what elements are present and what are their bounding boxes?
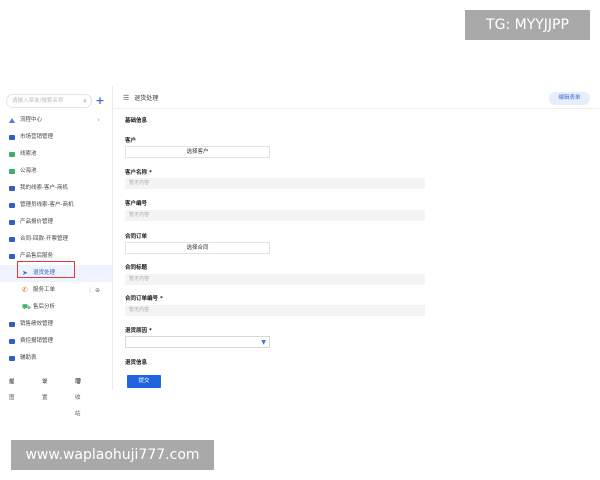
sidebar-item-label: 市场营销管理	[20, 134, 54, 140]
customer-no-label: 客户编号	[125, 201, 148, 207]
sidebar-footer: ▥ 视图 ⚙ 设置 🗑 回收站	[0, 374, 112, 417]
folder-icon	[9, 186, 15, 191]
edit-form-button[interactable]: 编辑表单	[549, 92, 590, 105]
sidebar-item-label: 线索池	[20, 151, 37, 157]
shield-icon	[9, 152, 15, 157]
search-icon[interactable]: ⌕	[83, 95, 87, 107]
chevron-down-icon: ▼	[261, 339, 266, 346]
breadcrumb: ☰ 退货处理	[123, 92, 158, 105]
select-contract-button[interactable]: 选择合同	[125, 242, 270, 254]
sidebar-item-label: 销售绩效管理	[20, 321, 54, 327]
search-placeholder: 请输入菜单/搜索名称	[12, 98, 64, 104]
customer-name-field: 暂无内容	[125, 178, 425, 189]
customer-name-label: 客户名称 *	[125, 170, 152, 176]
sidebar-item-quotes[interactable]: 产品报价管理	[0, 214, 112, 231]
folder-icon	[9, 322, 15, 327]
app-window: 请输入菜单/搜索名称 ⌕ + 流程中心 › 市场营销管理 线索池 公海池 我的线…	[0, 86, 600, 417]
sidebar-item-label: 公海池	[20, 168, 37, 174]
sidebar-item-label: 服务工单	[33, 287, 56, 293]
sidebar-item-process-center[interactable]: 流程中心 ›	[0, 112, 112, 129]
contract-title-label: 合同标题	[125, 265, 148, 271]
sidebar-item-label: 辅助表	[20, 355, 37, 361]
watermark-top: TG: MYYJJPP	[465, 10, 590, 40]
sidebar-item-label: 产品报价管理	[20, 219, 54, 225]
customer-label: 客户	[125, 138, 137, 144]
view-label: 视图	[9, 379, 15, 401]
sidebar-item-lead-pool[interactable]: 线索池	[0, 146, 112, 163]
folder-icon	[9, 254, 15, 259]
calendar-icon	[9, 169, 15, 174]
sidebar-item-label: 费控报销管理	[20, 338, 54, 344]
sidebar-item-label: 管理员线索-客户-商机	[20, 202, 74, 208]
sidebar-item-my-leads[interactable]: 我的线索-客户-商机	[0, 180, 112, 197]
main-panel: ☰ 退货处理 编辑表单 基础信息 客户 选择客户 客户名称 * 暂无内容 客户编号 …	[114, 86, 600, 390]
sidebar-item-aux-tables[interactable]: 辅助表	[0, 350, 112, 367]
contract-label: 合同订单	[125, 234, 148, 240]
return-info-label: 退货信息	[125, 360, 148, 366]
sidebar-item-admin-leads[interactable]: 管理员线索-客户-商机	[0, 197, 112, 214]
select-customer-button[interactable]: 选择客户	[125, 146, 270, 158]
section-title: 基础信息	[125, 118, 148, 124]
cart-icon: ⛟	[22, 303, 31, 311]
recycle-label: 回收站	[75, 379, 81, 417]
settings-label: 设置	[42, 379, 48, 401]
contract-title-field: 暂无内容	[125, 274, 425, 285]
sidebar-item-label: 售后分析	[33, 304, 56, 310]
sidebar-item-sales-performance[interactable]: 销售绩效管理	[0, 316, 112, 333]
submit-button[interactable]: 提交	[127, 375, 161, 388]
sidebar-item-contracts[interactable]: 合同-回款-开票管理	[0, 231, 112, 248]
sidebar-item-public-pool[interactable]: 公海池	[0, 163, 112, 180]
sidebar-nav: 流程中心 › 市场营销管理 线索池 公海池 我的线索-客户-商机 管理员线索-客…	[0, 112, 112, 367]
chevron-right-icon: ›	[97, 116, 100, 124]
sidebar-item-label: 流程中心	[20, 117, 43, 123]
return-reason-label: 退货原因 *	[125, 328, 152, 334]
more-options-icon[interactable]: ⋮ ⊕	[87, 282, 100, 299]
folder-icon	[9, 203, 15, 208]
folder-icon	[9, 356, 15, 361]
contract-no-field: 暂无内容	[125, 305, 425, 316]
customer-no-field: 暂无内容	[125, 210, 425, 221]
contract-no-label: 合同订单编号 *	[125, 296, 163, 302]
people-icon	[9, 118, 15, 123]
sidebar: 请输入菜单/搜索名称 ⌕ + 流程中心 › 市场营销管理 线索池 公海池 我的线…	[0, 86, 113, 417]
phone-icon: ✆	[22, 286, 28, 294]
sidebar-item-label: 合同-回款-开票管理	[20, 236, 68, 242]
sidebar-item-expense[interactable]: 费控报销管理	[0, 333, 112, 350]
watermark-bottom: www.waplaohuji777.com	[11, 440, 214, 470]
return-reason-select[interactable]: ▼	[125, 336, 270, 348]
add-icon[interactable]: +	[94, 94, 106, 108]
sidebar-item-label: 我的线索-客户-商机	[20, 185, 68, 191]
header-divider	[114, 108, 600, 109]
folder-icon	[9, 220, 15, 225]
menu-icon[interactable]: ☰	[123, 94, 129, 102]
folder-icon	[9, 135, 15, 140]
sidebar-item-service-orders[interactable]: ✆ 服务工单 ⋮ ⊕	[0, 282, 112, 299]
breadcrumb-title: 退货处理	[134, 95, 159, 102]
sidebar-item-marketing[interactable]: 市场营销管理	[0, 129, 112, 146]
selection-highlight-box	[17, 261, 75, 278]
folder-icon	[9, 237, 15, 242]
sidebar-item-label: 产品售后服务	[20, 253, 54, 259]
folder-icon	[9, 339, 15, 344]
sidebar-item-after-sales-analysis[interactable]: ⛟ 售后分析	[0, 299, 112, 316]
search-input[interactable]: 请输入菜单/搜索名称 ⌕	[6, 94, 92, 108]
